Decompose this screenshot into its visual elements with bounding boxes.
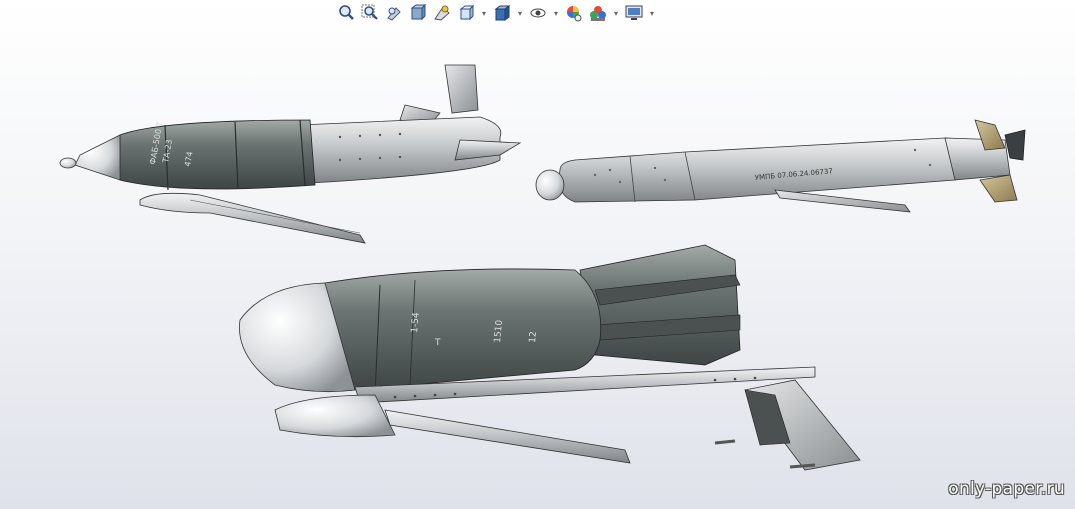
marking-t: Т — [434, 338, 441, 348]
watermark-text: only-paper.ru — [948, 479, 1065, 499]
graphics-area[interactable]: ФАБ-500 Т ТА-23 474 УМПБ 07.06.24.06737 — [0, 0, 1075, 509]
bomb-model-bottom[interactable]: 1-54 Т 1510 12 — [239, 244, 861, 471]
bomb-model-right[interactable]: УМПБ 07.06.24.06737 — [535, 119, 1026, 213]
bomb-model-top-left[interactable]: ФАБ-500 Т ТА-23 474 — [59, 64, 522, 244]
marking-154: 1-54 — [410, 312, 422, 333]
marking-1510: 1510 — [493, 319, 505, 343]
marking-12: 12 — [528, 331, 539, 343]
